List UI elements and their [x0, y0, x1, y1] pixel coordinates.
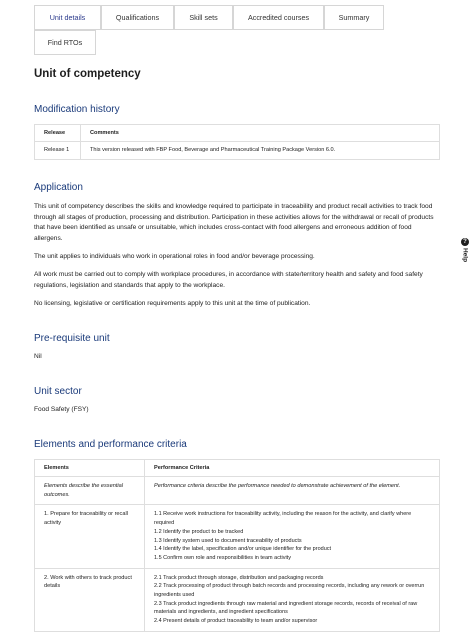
- tab-summary[interactable]: Summary: [324, 5, 384, 30]
- modification-history-heading: Modification history: [34, 104, 120, 115]
- prerequisite-value: Nil: [34, 353, 42, 360]
- performance-criterion: 1.5 Confirm own role and responsibilitie…: [154, 554, 291, 561]
- release-cell: Release 1: [34, 141, 81, 160]
- help-label: Help: [461, 248, 469, 263]
- tab-skill-sets[interactable]: Skill sets: [174, 5, 233, 30]
- table-row: 1. Prepare for traceability or recall ac…: [34, 504, 440, 569]
- column-header-comments: Comments: [80, 124, 440, 142]
- table-row: 2. Work with others to track product det…: [34, 567, 440, 632]
- table-header-row: Elements Performance Criteria: [34, 459, 440, 477]
- performance-criterion: 2.3 Track product ingredients through ra…: [154, 600, 418, 616]
- element-cell: 1. Prepare for traceability or recall ac…: [34, 504, 145, 569]
- column-header-performance-criteria: Performance Criteria: [144, 459, 440, 477]
- application-paragraph: All work must be carried out to comply w…: [34, 271, 423, 289]
- application-paragraph: No licensing, legislative or certificati…: [34, 300, 311, 307]
- tab-find-rtos[interactable]: Find RTOs: [34, 30, 96, 55]
- table-row: Release 1 This version released with FBP…: [34, 141, 440, 160]
- performance-criterion: 1.1 Receive work instructions for tracea…: [154, 511, 412, 527]
- tab-accredited-courses[interactable]: Accredited courses: [233, 5, 324, 30]
- unit-sector-heading: Unit sector: [34, 386, 82, 397]
- performance-criterion: 1.2 Identify the product to be tracked: [154, 528, 244, 535]
- criteria-cell: 1.1 Receive work instructions for tracea…: [144, 504, 440, 569]
- criteria-intro-cell: Performance criteria describe the perfor…: [144, 475, 440, 506]
- criteria-cell: 2.1 Track product through storage, distr…: [144, 567, 440, 632]
- question-icon: ?: [461, 238, 469, 246]
- application-paragraph: This unit of competency describes the sk…: [34, 203, 434, 243]
- table-row: Elements describe the essential outcomes…: [34, 475, 440, 506]
- comments-cell: This version released with FBP Food, Bev…: [80, 141, 440, 160]
- tab-unit-details[interactable]: Unit details: [34, 5, 101, 30]
- element-cell: 2. Work with others to track product det…: [34, 567, 145, 632]
- tab-qualifications[interactable]: Qualifications: [101, 5, 174, 30]
- performance-criterion: 1.3 Identify system used to document tra…: [154, 537, 302, 544]
- performance-criterion: 1.4 Identify the label, specification an…: [154, 546, 332, 553]
- application-heading: Application: [34, 182, 83, 193]
- table-header-row: Release Comments: [34, 124, 440, 142]
- help-button[interactable]: ? Help: [458, 238, 472, 272]
- unit-sector-value: Food Safety (FSY): [34, 406, 89, 413]
- elements-intro-cell: Elements describe the essential outcomes…: [34, 475, 145, 506]
- column-header-release: Release: [34, 124, 81, 142]
- elements-table: Elements Performance Criteria Elements d…: [34, 459, 440, 632]
- column-header-elements: Elements: [34, 459, 145, 477]
- application-paragraph: The unit applies to individuals who work…: [34, 253, 315, 260]
- prerequisite-heading: Pre-requisite unit: [34, 333, 110, 344]
- performance-criterion: 2.4 Present details of product traceabil…: [154, 618, 318, 625]
- performance-criterion: 2.2 Track processing of product through …: [154, 583, 425, 599]
- performance-criterion: 2.1 Track product through storage, distr…: [154, 574, 324, 581]
- elements-heading: Elements and performance criteria: [34, 439, 187, 450]
- modification-history-table: Release Comments Release 1 This version …: [34, 124, 440, 160]
- page-title: Unit of competency: [34, 68, 141, 80]
